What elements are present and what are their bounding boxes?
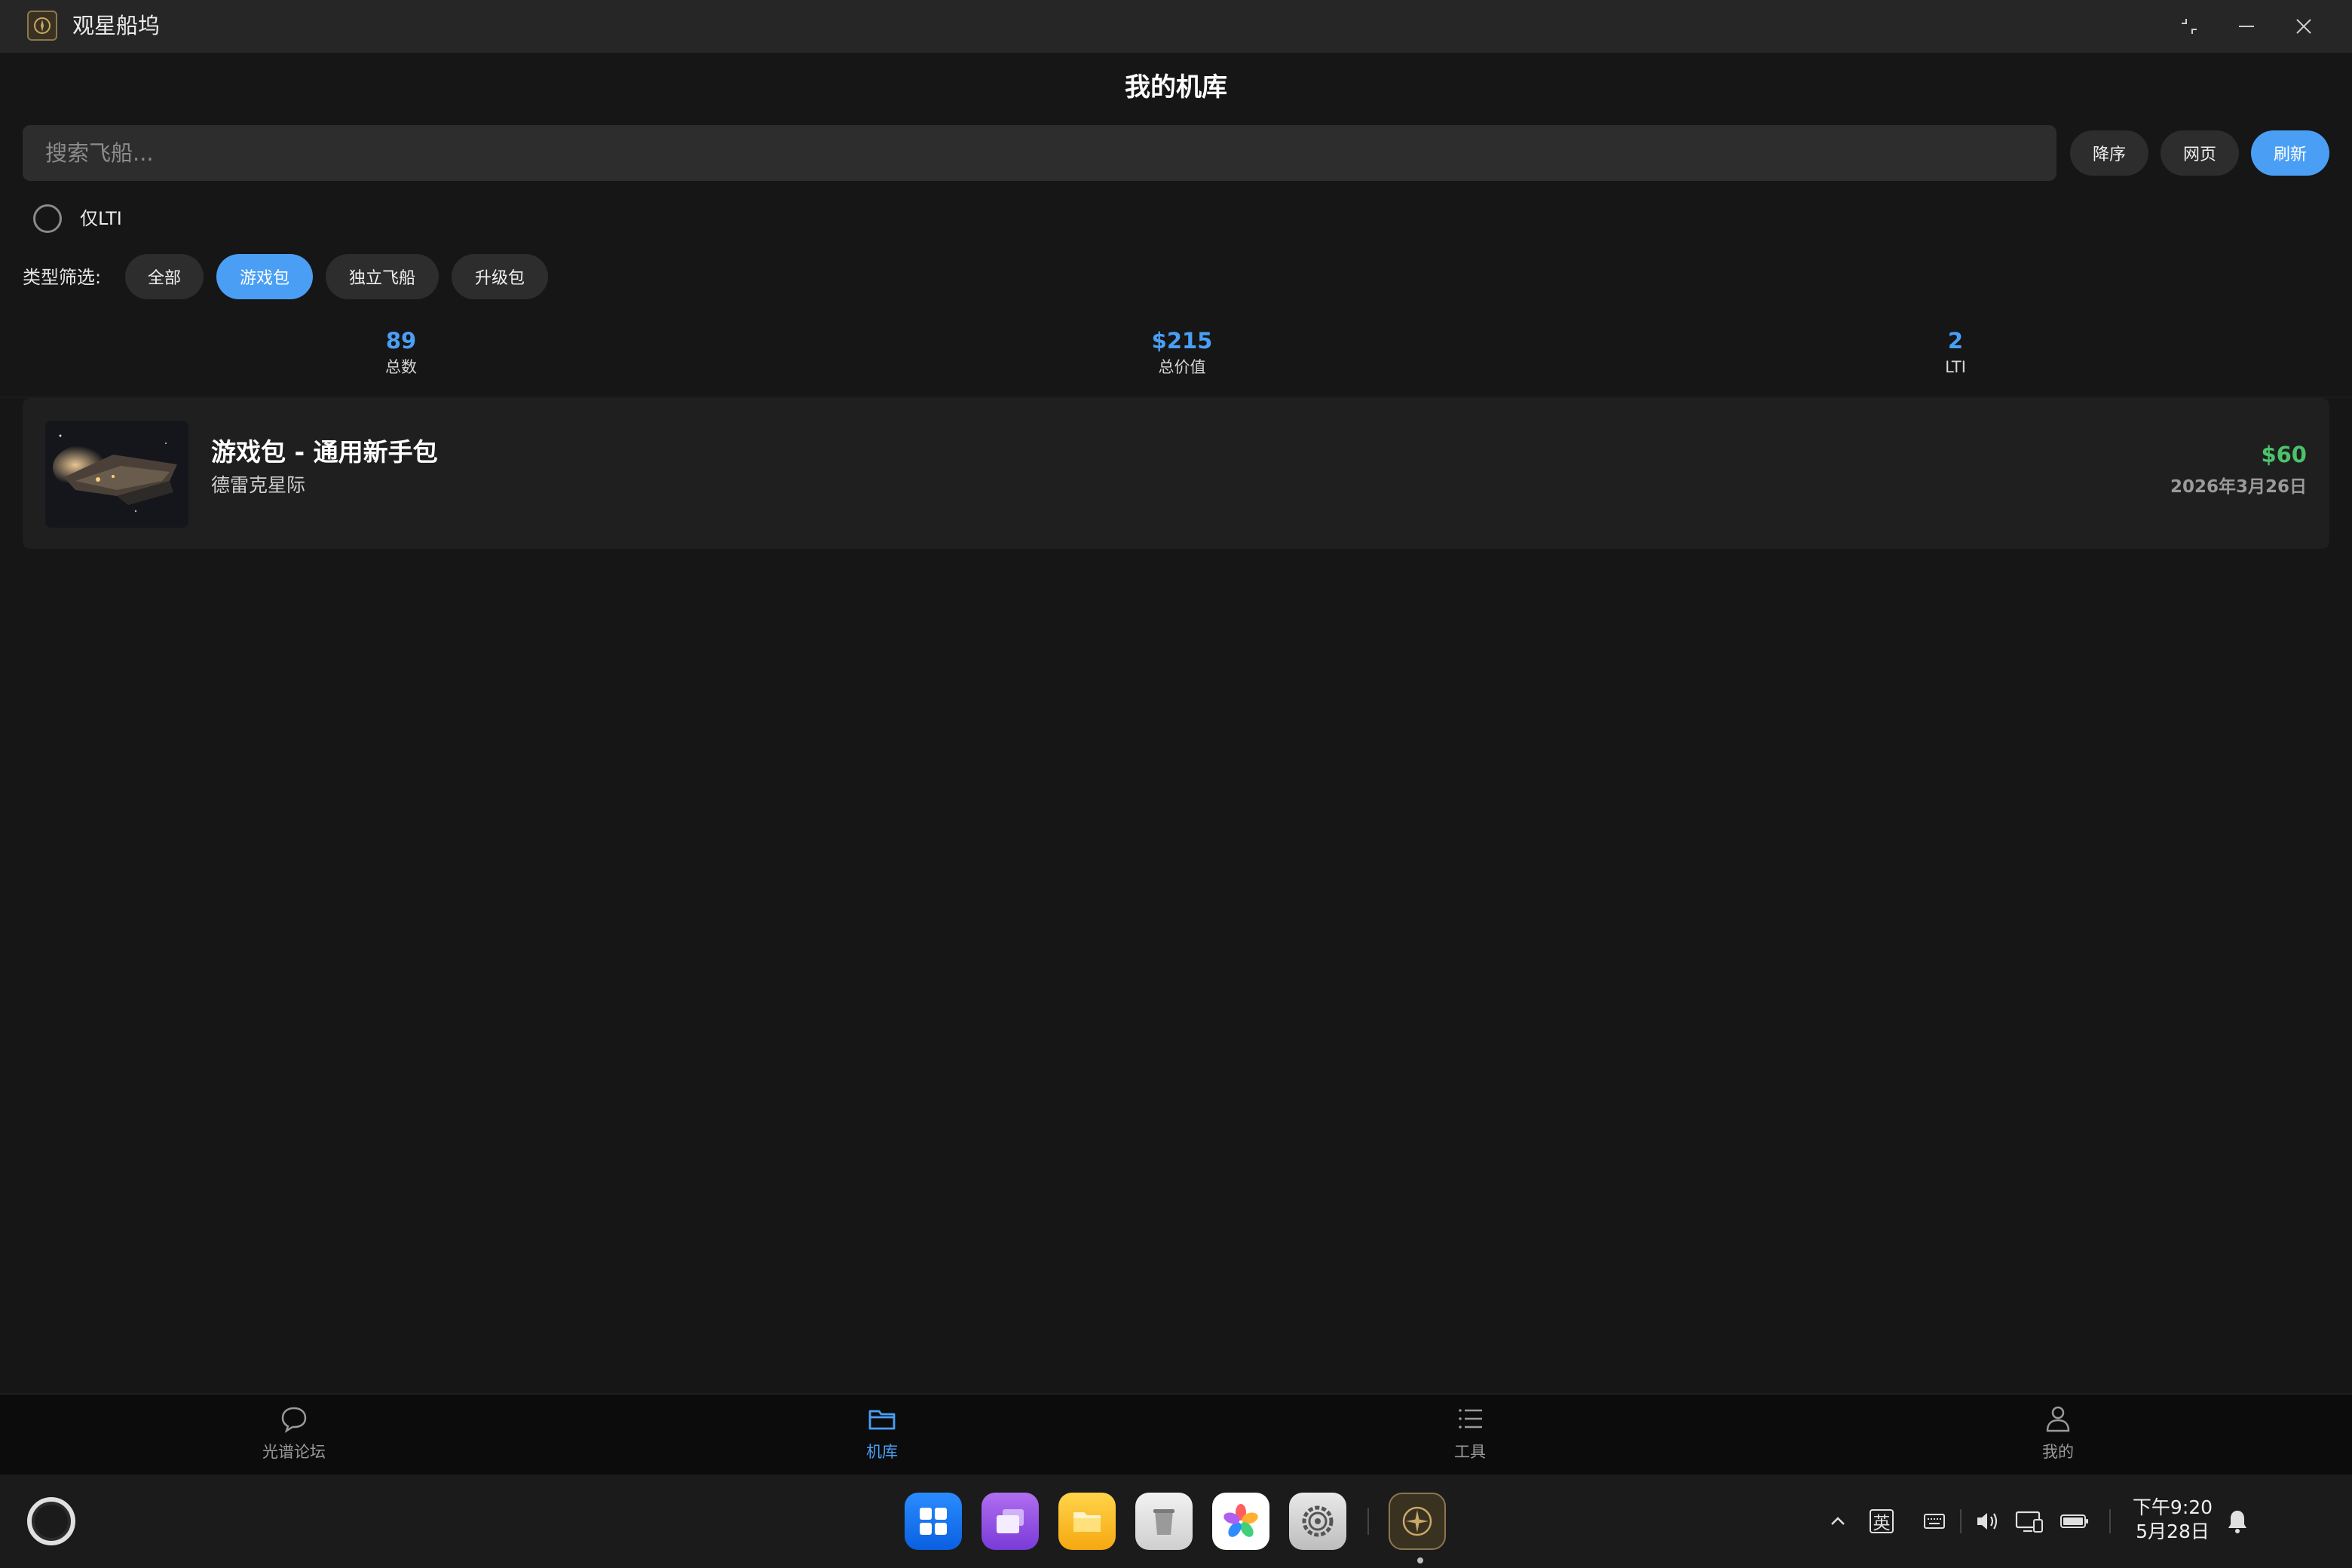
app-emblem-icon[interactable]: [1389, 1493, 1446, 1550]
close-icon[interactable]: [2289, 11, 2319, 41]
nav-item-forum[interactable]: 光谱论坛: [219, 1402, 369, 1470]
type-filter-label: 类型筛选:: [23, 267, 102, 288]
input-method-indicator[interactable]: 英: [1870, 1509, 1894, 1533]
person-icon: [2041, 1402, 2075, 1435]
filter-chip-standalone-ship[interactable]: 独立飞船: [326, 254, 439, 299]
window-title: 观星船坞: [72, 13, 161, 38]
trash-icon[interactable]: [1135, 1493, 1193, 1550]
app-window: 观星船坞 我的机库 降序 网页 刷新 仅LTI 类型筛选: 全部 游戏包 独立飞…: [0, 0, 2352, 1568]
display-icon[interactable]: [2013, 1505, 2046, 1538]
battery-icon[interactable]: [2058, 1505, 2091, 1538]
stat-lti-value: 2: [1947, 328, 1964, 354]
nav-label-hangar: 机库: [866, 1443, 898, 1461]
bottom-navigation: 光谱论坛 机库 工具 我的: [0, 1393, 2352, 1475]
running-indicator: [1417, 1557, 1423, 1563]
app-emblem-icon: [27, 11, 57, 41]
lti-only-label[interactable]: 仅LTI: [80, 205, 122, 232]
tray-separator: [1960, 1509, 1962, 1533]
notification-bell-icon[interactable]: [2221, 1505, 2254, 1538]
settings-icon[interactable]: [1289, 1493, 1346, 1550]
clock-time: 下午9:20: [2132, 1496, 2213, 1518]
stat-lti: 2 LTI: [1842, 324, 2069, 377]
multitask-icon[interactable]: [982, 1493, 1039, 1550]
minimize-icon[interactable]: [2231, 11, 2262, 41]
filter-chip-all[interactable]: 全部: [125, 254, 204, 299]
gallery-icon[interactable]: [1212, 1493, 1269, 1550]
refresh-button[interactable]: 刷新: [2251, 130, 2329, 176]
stat-total-label: 总数: [385, 358, 417, 376]
nav-item-profile[interactable]: 我的: [1983, 1402, 2133, 1470]
search-input[interactable]: [23, 125, 2056, 181]
nav-label-profile: 我的: [2042, 1443, 2074, 1461]
ship-thumbnail: [45, 421, 188, 528]
nav-label-forum: 光谱论坛: [262, 1443, 326, 1461]
stat-total-value-sum: $215 总价值: [1069, 324, 1295, 377]
sort-button[interactable]: 降序: [2070, 130, 2148, 176]
stat-worth-label: 总价值: [1158, 358, 1206, 376]
dock-separator: [1367, 1508, 1369, 1535]
files-icon[interactable]: [1058, 1493, 1116, 1550]
stat-worth-value: $215: [1151, 328, 1213, 354]
item-manufacturer: 德雷克星际: [211, 474, 306, 496]
item-title: 游戏包 - 通用新手包: [211, 437, 438, 467]
title-bar: 观星船坞: [0, 0, 2352, 53]
restore-icon[interactable]: [2174, 11, 2204, 41]
chat-bubble-icon: [277, 1402, 311, 1435]
tray-separator: [2109, 1509, 2111, 1533]
system-clock[interactable]: 下午9:20 5月28日: [2126, 1496, 2219, 1544]
stat-lti-label: LTI: [1945, 358, 1966, 376]
filter-chip-upgrade[interactable]: 升级包: [452, 254, 548, 299]
keyboard-icon[interactable]: [1918, 1505, 1951, 1538]
nav-item-hangar[interactable]: 机库: [807, 1402, 957, 1470]
nav-label-tools: 工具: [1454, 1443, 1486, 1461]
stat-total-value: 89: [385, 328, 417, 354]
web-button[interactable]: 网页: [2161, 130, 2239, 176]
hangar-list-item[interactable]: 游戏包 - 通用新手包 德雷克星际 $60 2026年3月26日: [23, 398, 2329, 549]
folder-icon: [865, 1402, 899, 1435]
list-icon: [1453, 1402, 1487, 1435]
system-taskbar: 英 下午9:20 5月28日: [0, 1475, 2352, 1568]
item-date: 2026年3月26日: [2170, 477, 2307, 497]
filter-chip-game-package[interactable]: 游戏包: [216, 254, 313, 299]
clock-date: 5月28日: [2136, 1521, 2210, 1542]
nav-item-tools[interactable]: 工具: [1395, 1402, 1545, 1470]
app-center-icon[interactable]: [905, 1493, 962, 1550]
stat-total: 89 总数: [288, 324, 514, 377]
lti-only-radio[interactable]: [33, 204, 62, 233]
item-price: $60: [2261, 442, 2307, 467]
volume-icon[interactable]: [1971, 1505, 2004, 1538]
start-button[interactable]: [27, 1497, 75, 1545]
chevron-up-icon[interactable]: [1821, 1505, 1854, 1538]
page-title: 我的机库: [1125, 72, 1227, 103]
